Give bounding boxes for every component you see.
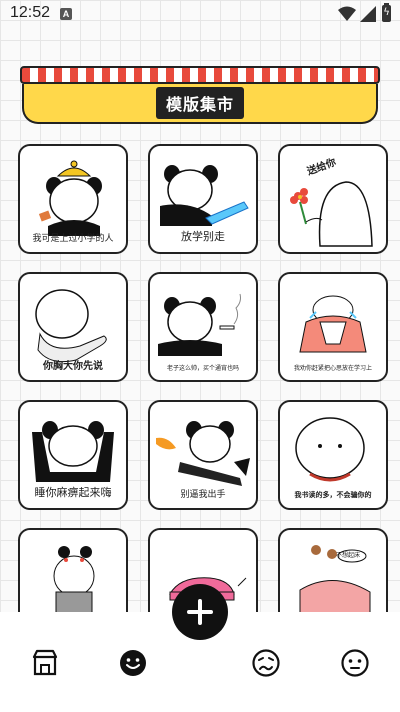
template-caption: 我劝你赶紧把心思放在学习上 xyxy=(293,365,372,372)
girl-buns-illustration xyxy=(53,546,95,612)
add-template-button[interactable] xyxy=(172,584,228,640)
market-banner: 模版集市 xyxy=(20,66,380,126)
market-sign: 模版集市 xyxy=(22,84,378,124)
template-card[interactable]: 不想起床 xyxy=(278,528,388,612)
template-caption: 放学别走 xyxy=(181,230,225,243)
template-caption: 你胸大你先说 xyxy=(43,361,103,372)
template-card[interactable]: 我可是上过小学的人 xyxy=(18,144,128,254)
confused-face-icon[interactable] xyxy=(251,648,281,678)
signal-icon xyxy=(360,6,376,22)
awning-stripes xyxy=(20,66,380,84)
template-caption: 别逼我出手 xyxy=(180,490,226,500)
template-card[interactable]: 睡你麻痹起来嗨 xyxy=(18,400,128,510)
template-caption: 不想起床 xyxy=(336,552,361,559)
template-card[interactable] xyxy=(18,528,128,612)
wifi-icon xyxy=(338,6,356,21)
template-caption: 睡你麻痹起来嗨 xyxy=(34,486,112,499)
neutral-face-icon[interactable] xyxy=(340,648,370,678)
template-caption: 老子这么帅，买个通宵也吗 xyxy=(166,365,239,372)
template-card[interactable]: 老子这么帅，买个通宵也吗 xyxy=(148,272,258,382)
page-title: 模版集市 xyxy=(155,87,244,119)
template-card[interactable]: 别逼我出手 xyxy=(148,400,258,510)
template-card[interactable]: 我劝你赶紧把心思放在学习上 xyxy=(278,272,388,382)
shop-icon[interactable] xyxy=(30,648,60,678)
battery-icon: ϟ xyxy=(382,3,391,22)
status-bar: 12:52 A ϟ xyxy=(0,0,400,30)
template-caption: 我可是上过小学的人 xyxy=(32,234,114,244)
template-grid: 我可是上过小学的人 放学别走 送给你 你胸大你先说 老子这么帅，买个通宵也吗 我… xyxy=(18,144,390,612)
status-time: 12:52 xyxy=(10,4,51,21)
notification-icon: A xyxy=(60,8,72,20)
template-card[interactable]: 放学别走 xyxy=(148,144,258,254)
template-card[interactable]: 送给你 xyxy=(278,144,388,254)
template-card[interactable]: 我书读的多，不会骗你的 xyxy=(278,400,388,510)
template-card[interactable]: 你胸大你先说 xyxy=(18,272,128,382)
plus-icon xyxy=(187,599,213,625)
smile-icon[interactable] xyxy=(118,648,148,678)
blanket-character-illustration xyxy=(299,545,371,612)
template-caption: 我书读的多，不会骗你的 xyxy=(294,491,372,499)
